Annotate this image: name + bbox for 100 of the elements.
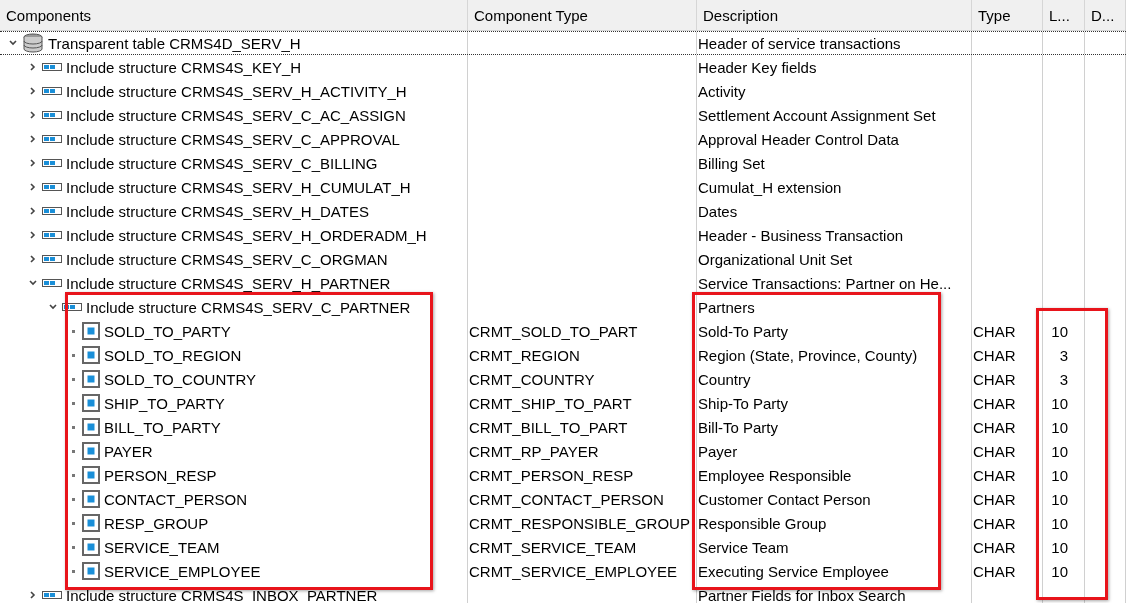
component-name: Include structure CRMS4S_SERV_C_BILLING xyxy=(66,154,378,172)
length-value: 10 xyxy=(1051,490,1068,508)
component-name: SOLD_TO_PARTY xyxy=(104,322,231,340)
description-text: Approval Header Control Data xyxy=(698,130,899,148)
structure-icon xyxy=(42,591,62,599)
chevron-right-icon[interactable] xyxy=(28,86,38,96)
length-value: 10 xyxy=(1051,394,1068,412)
chevron-down-icon[interactable] xyxy=(8,38,18,48)
data-type: CHAR xyxy=(973,346,1016,364)
description-text: Settlement Account Assignment Set xyxy=(698,106,936,124)
column-header[interactable]: Components xyxy=(0,0,468,30)
structure-icon xyxy=(42,255,62,263)
data-type: CHAR xyxy=(973,322,1016,340)
length-value: 10 xyxy=(1051,418,1068,436)
chevron-right-icon[interactable] xyxy=(28,110,38,120)
field-icon xyxy=(82,394,100,412)
chevron-right-icon[interactable] xyxy=(28,590,38,600)
component-name: SOLD_TO_REGION xyxy=(104,346,242,364)
description-text: Executing Service Employee xyxy=(698,562,889,580)
description-text: Partner Fields for Inbox Search xyxy=(698,586,906,603)
chevron-right-icon[interactable] xyxy=(28,230,38,240)
structure-icon xyxy=(42,63,62,71)
chevron-right-icon[interactable] xyxy=(28,182,38,192)
column-header[interactable]: Component Type xyxy=(468,0,697,30)
chevron-right-icon[interactable] xyxy=(28,62,38,72)
description-text: Service Team xyxy=(698,538,789,556)
component-type: CRMT_RESPONSIBLE_GROUP xyxy=(469,514,690,532)
description-text: Billing Set xyxy=(698,154,765,172)
description-text: Cumulat_H extension xyxy=(698,178,842,196)
structure-icon xyxy=(42,111,62,119)
field-icon xyxy=(82,370,100,388)
component-name: Include structure CRMS4S_SERV_H_PARTNER xyxy=(66,274,391,292)
component-name: SOLD_TO_COUNTRY xyxy=(104,370,256,388)
description-text: Payer xyxy=(698,442,738,460)
component-name: Transparent table CRMS4D_SERV_H xyxy=(48,34,301,52)
description-text: Activity xyxy=(698,82,746,100)
description-text: Sold-To Party xyxy=(698,322,789,340)
chevron-right-icon[interactable] xyxy=(28,206,38,216)
description-text: Responsible Group xyxy=(698,514,827,532)
component-type: CRMT_PERSON_RESP xyxy=(469,466,634,484)
description-text: Customer Contact Person xyxy=(698,490,871,508)
component-type: CRMT_BILL_TO_PART xyxy=(469,418,628,436)
data-type: CHAR xyxy=(973,418,1016,436)
component-type: CRMT_REGION xyxy=(469,346,580,364)
length-value: 10 xyxy=(1051,538,1068,556)
field-icon xyxy=(82,442,100,460)
component-type: CRMT_SHIP_TO_PART xyxy=(469,394,632,412)
database-table-icon xyxy=(22,32,44,54)
data-type: CHAR xyxy=(973,370,1016,388)
description-text: Country xyxy=(698,370,751,388)
chevron-right-icon[interactable] xyxy=(28,254,38,264)
description-text: Partners xyxy=(698,298,755,316)
description-text: Header Key fields xyxy=(698,58,817,76)
length-value: 10 xyxy=(1051,514,1068,532)
component-name: SHIP_TO_PARTY xyxy=(104,394,225,412)
component-name: BILL_TO_PARTY xyxy=(104,418,221,436)
structure-icon xyxy=(62,303,82,311)
component-name: PAYER xyxy=(104,442,153,460)
field-icon xyxy=(82,514,100,532)
chevron-down-icon[interactable] xyxy=(48,302,58,312)
field-icon xyxy=(82,538,100,556)
column-header[interactable]: D... xyxy=(1085,0,1126,30)
length-value: 10 xyxy=(1051,562,1068,580)
structure-icon xyxy=(42,279,62,287)
structure-icon xyxy=(42,207,62,215)
component-name: RESP_GROUP xyxy=(104,514,209,532)
data-type: CHAR xyxy=(973,394,1016,412)
description-text: Organizational Unit Set xyxy=(698,250,853,268)
structure-icon xyxy=(42,183,62,191)
column-header[interactable]: L... xyxy=(1043,0,1085,30)
component-name: Include structure CRMS4S_SERV_C_APPROVAL xyxy=(66,130,400,148)
length-value: 10 xyxy=(1051,322,1068,340)
column-header[interactable]: Description xyxy=(697,0,972,30)
description-text: Bill-To Party xyxy=(698,418,779,436)
description-text: Employee Responsible xyxy=(698,466,852,484)
chevron-right-icon[interactable] xyxy=(28,134,38,144)
component-type: CRMT_SOLD_TO_PART xyxy=(469,322,638,340)
field-icon xyxy=(82,490,100,508)
component-name: Include structure CRMS4S_KEY_H xyxy=(66,58,302,76)
field-icon xyxy=(82,418,100,436)
data-type: CHAR xyxy=(973,562,1016,580)
component-name: Include structure CRMS4S_SERV_H_CUMULAT_H xyxy=(66,178,411,196)
component-type: CRMT_COUNTRY xyxy=(469,370,595,388)
component-name: Include structure CRMS4S_INBOX_PARTNER xyxy=(66,586,378,603)
component-name: SERVICE_TEAM xyxy=(104,538,220,556)
chevron-down-icon[interactable] xyxy=(28,278,38,288)
component-name: Include structure CRMS4S_SERV_C_PARTNER xyxy=(86,298,411,316)
description-text: Ship-To Party xyxy=(698,394,789,412)
component-name: Include structure CRMS4S_SERV_C_AC_ASSIGN xyxy=(66,106,406,124)
length-value: 3 xyxy=(1059,370,1068,388)
chevron-right-icon[interactable] xyxy=(28,158,38,168)
data-type: CHAR xyxy=(973,442,1016,460)
component-type: CRMT_SERVICE_EMPLOYEE xyxy=(469,562,678,580)
component-name: CONTACT_PERSON xyxy=(104,490,248,508)
column-header[interactable]: Type xyxy=(972,0,1043,30)
structure-icon xyxy=(42,159,62,167)
component-name: Include structure CRMS4S_SERV_H_ACTIVITY_H xyxy=(66,82,407,100)
data-type: CHAR xyxy=(973,514,1016,532)
description-text: Header of service transactions xyxy=(698,34,901,52)
component-name: Include structure CRMS4S_SERV_H_DATES xyxy=(66,202,369,220)
